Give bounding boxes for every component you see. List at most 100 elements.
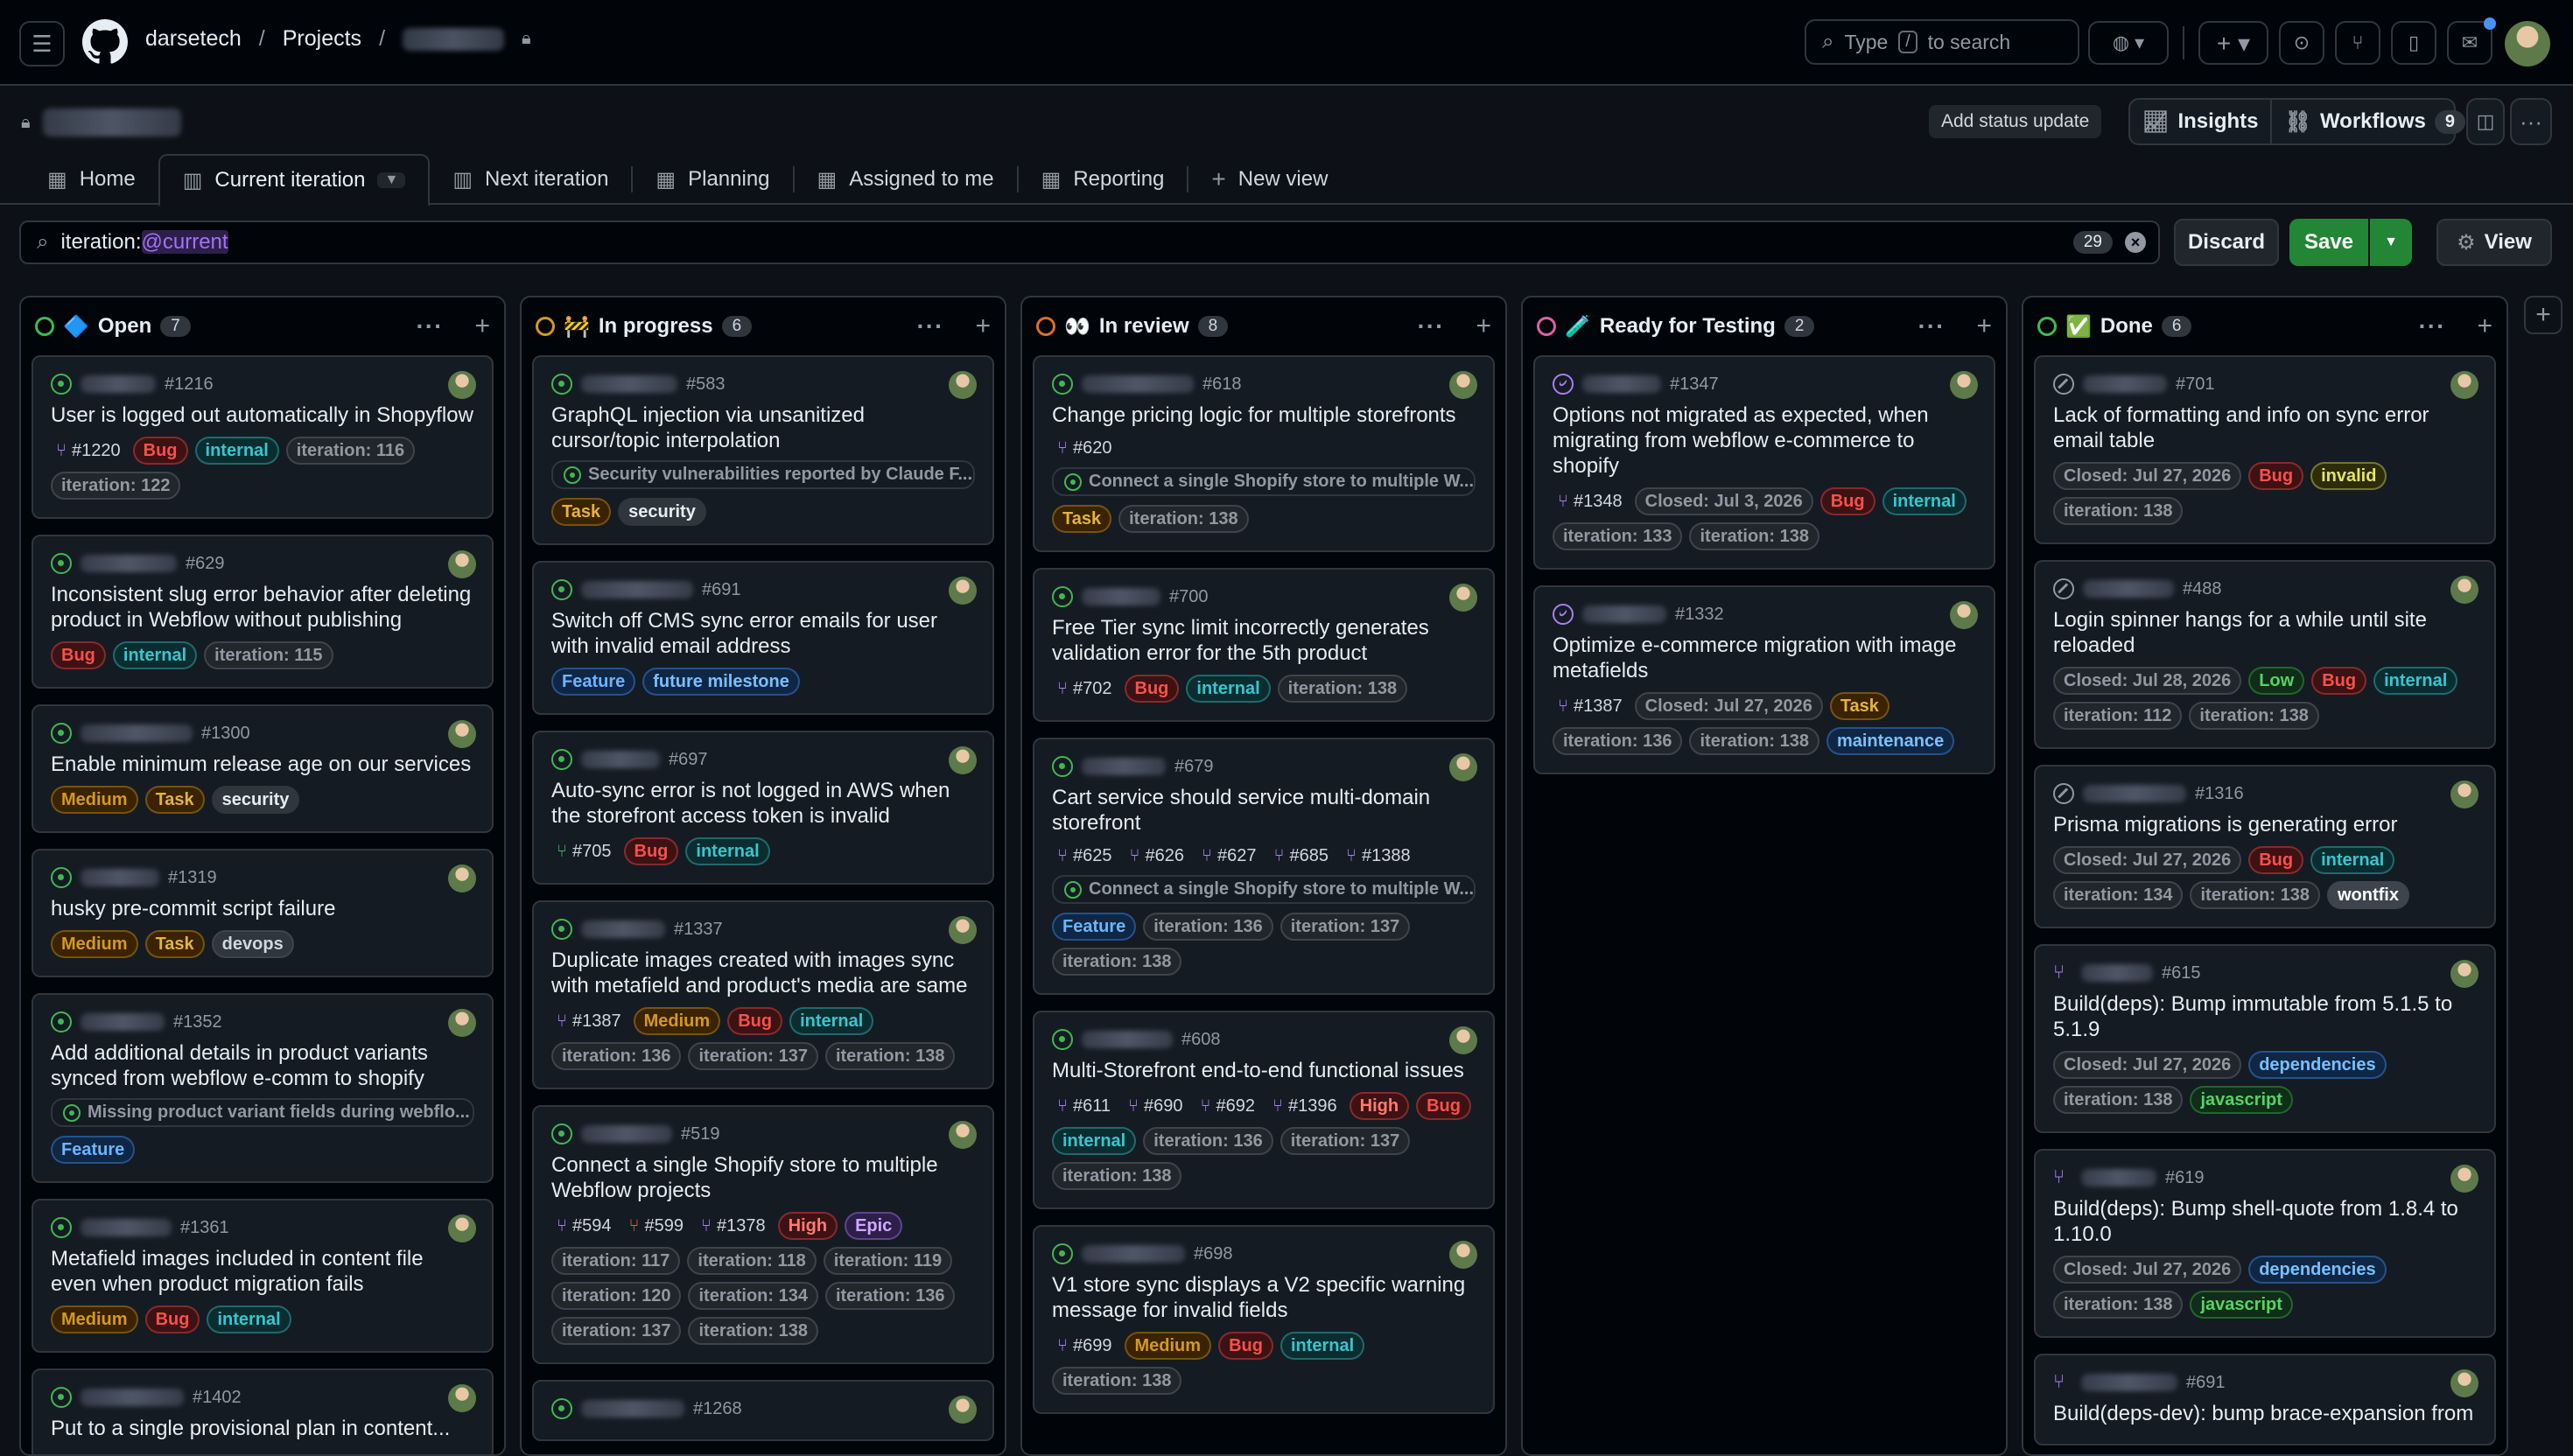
issue-card[interactable]: #1216 User is logged out automatically i…: [32, 355, 494, 519]
label-badge[interactable]: Bug: [1819, 487, 1875, 515]
issue-title[interactable]: User is logged out automatically in Shop…: [51, 402, 474, 428]
issue-card[interactable]: #1319 husky pre-commit script failure Med…: [32, 849, 494, 977]
issue-number[interactable]: #1316: [2195, 784, 2244, 804]
tab-new-view[interactable]: + New view: [1188, 154, 1350, 205]
linked-pr[interactable]: ⑂ #625: [1052, 844, 1118, 868]
issue-card[interactable]: #488 Login spinner hangs for a while unt…: [2034, 560, 2496, 749]
issue-card[interactable]: #1337 Duplicate images created with imag…: [532, 900, 994, 1089]
label-badge[interactable]: iteration: 137: [688, 1042, 818, 1070]
label-badge[interactable]: Closed: Jul 27, 2026: [2053, 846, 2242, 874]
clear-filter-icon[interactable]: ×: [2125, 232, 2146, 253]
label-badge[interactable]: iteration: 138: [1689, 727, 1819, 755]
column-menu-icon[interactable]: ···: [1417, 312, 1444, 340]
pull-requests-icon[interactable]: ⑂: [2335, 21, 2380, 65]
label-badge[interactable]: iteration: 138: [2053, 1291, 2184, 1319]
issue-title[interactable]: Metafield images included in content fil…: [51, 1246, 474, 1297]
label-badge[interactable]: iteration: 138: [2190, 881, 2320, 909]
issue-title[interactable]: Login spinner hangs for a while until si…: [2053, 607, 2477, 658]
linked-pr[interactable]: ⑂ #627: [1196, 844, 1262, 868]
issue-title[interactable]: Change pricing logic for multiple storef…: [1052, 402, 1476, 428]
parent-issue[interactable]: Connect a single Shopify store to multip…: [1052, 875, 1476, 904]
column-menu-icon[interactable]: ···: [2418, 312, 2445, 340]
assignee-avatar[interactable]: [2450, 371, 2478, 399]
assignee-avatar[interactable]: [1449, 1026, 1477, 1054]
linked-pr[interactable]: ⑂ #699: [1052, 1332, 1118, 1360]
breadcrumb-project-name-redacted[interactable]: [403, 27, 505, 51]
assignee-avatar[interactable]: [1449, 1241, 1477, 1269]
label-badge[interactable]: Feature: [51, 1136, 136, 1164]
assignee-avatar[interactable]: [448, 550, 476, 578]
save-button[interactable]: Save: [2289, 219, 2368, 266]
column-menu-icon[interactable]: ···: [916, 312, 943, 340]
label-badge[interactable]: iteration: 138: [2053, 1086, 2184, 1114]
linked-pr[interactable]: ⑂ #611: [1052, 1092, 1116, 1120]
issue-card[interactable]: #1352 Add additional details in product …: [32, 993, 494, 1183]
issue-title[interactable]: Connect a single Shopify store to multip…: [551, 1152, 975, 1203]
label-badge[interactable]: future milestone: [642, 668, 800, 696]
issue-number[interactable]: #618: [1202, 374, 1242, 395]
linked-pr[interactable]: ⑂ #594: [551, 1212, 617, 1240]
repositories-icon[interactable]: ▯: [2391, 21, 2436, 65]
issue-card[interactable]: #1316 Prisma migrations is generating er…: [2034, 765, 2496, 928]
label-badge[interactable]: Medium: [1124, 1332, 1212, 1360]
issue-number[interactable]: #698: [1194, 1244, 1233, 1264]
label-badge[interactable]: Task: [144, 930, 205, 958]
issue-title[interactable]: husky pre-commit script failure: [51, 896, 474, 921]
label-badge[interactable]: internal: [112, 641, 198, 669]
label-badge[interactable]: Task: [1829, 692, 1889, 720]
label-badge[interactable]: Bug: [2248, 462, 2304, 490]
issue-card[interactable]: #618 Change pricing logic for multiple s…: [1033, 355, 1495, 552]
column-menu-icon[interactable]: ···: [1917, 312, 1945, 340]
label-badge[interactable]: Closed: Jul 27, 2026: [2053, 462, 2242, 490]
issue-number[interactable]: #583: [686, 374, 726, 395]
linked-pr[interactable]: ⑂ #1348: [1553, 487, 1628, 515]
issue-title[interactable]: Auto-sync error is not logged in AWS whe…: [551, 778, 975, 829]
label-badge[interactable]: javascript: [2190, 1086, 2293, 1114]
issue-card[interactable]: #679 Cart service should service multi-d…: [1033, 738, 1495, 995]
label-badge[interactable]: Bug: [2311, 667, 2367, 695]
label-badge[interactable]: Low: [2248, 667, 2305, 695]
issue-title[interactable]: Duplicate images created with images syn…: [551, 948, 975, 998]
save-options-chevron-icon[interactable]: ▼: [2370, 219, 2412, 266]
issue-number[interactable]: #488: [2183, 579, 2222, 599]
issue-number[interactable]: #615: [2162, 963, 2201, 984]
assignee-avatar[interactable]: [448, 1009, 476, 1037]
filter-input[interactable]: ⌕ iteration:@current 29 ×: [19, 220, 2160, 264]
issue-card[interactable]: #691 Build(deps-dev): bump brace-expansi…: [2034, 1354, 2496, 1446]
label-badge[interactable]: iteration: 136: [1143, 913, 1273, 941]
issue-title[interactable]: Put to a single provisional plan in cont…: [51, 1416, 474, 1441]
label-badge[interactable]: iteration: 136: [1553, 727, 1683, 755]
linked-pr[interactable]: ⑂ #685: [1269, 844, 1335, 868]
assignee-avatar[interactable]: [1449, 753, 1477, 781]
label-badge[interactable]: Bug: [623, 837, 679, 865]
linked-pr[interactable]: ⑂ #1388: [1341, 844, 1416, 868]
label-badge[interactable]: iteration: 138: [1689, 522, 1819, 550]
label-badge[interactable]: Bug: [2248, 846, 2304, 874]
label-badge[interactable]: Closed: Jul 27, 2026: [2053, 1051, 2242, 1079]
side-panel-icon[interactable]: ◫: [2466, 98, 2505, 145]
label-badge[interactable]: internal: [207, 1306, 291, 1334]
label-badge[interactable]: Bug: [727, 1007, 783, 1035]
linked-pr[interactable]: ⑂ #1396: [1267, 1092, 1343, 1120]
assignee-avatar[interactable]: [1449, 371, 1477, 399]
issue-number[interactable]: #697: [669, 750, 708, 770]
issue-number[interactable]: #1319: [168, 868, 217, 888]
issue-title[interactable]: Options not migrated as expected, when m…: [1553, 402, 1976, 479]
issue-card[interactable]: #1361 Metafield images included in conte…: [32, 1199, 494, 1353]
issue-title[interactable]: Build(deps): Bump immutable from 5.1.5 t…: [2053, 991, 2477, 1042]
assignee-avatar[interactable]: [448, 1384, 476, 1412]
label-badge[interactable]: iteration: 138: [824, 1042, 956, 1070]
label-badge[interactable]: iteration: 118: [687, 1247, 817, 1275]
parent-issue[interactable]: Missing product variant fields during we…: [51, 1098, 474, 1127]
issue-number[interactable]: #1347: [1670, 374, 1719, 395]
add-item-icon[interactable]: +: [975, 312, 991, 341]
label-badge[interactable]: Epic: [845, 1212, 903, 1240]
issue-number[interactable]: #1337: [674, 920, 723, 940]
label-badge[interactable]: iteration: 138: [2053, 497, 2184, 525]
linked-pr[interactable]: ⑂ #705: [551, 837, 617, 865]
issue-number[interactable]: #1300: [201, 724, 250, 744]
user-avatar[interactable]: [2505, 21, 2550, 66]
label-badge[interactable]: dependencies: [2248, 1051, 2387, 1079]
tab-reporting[interactable]: ▦ Reporting: [1019, 154, 1188, 205]
github-logo-icon[interactable]: [82, 19, 128, 65]
